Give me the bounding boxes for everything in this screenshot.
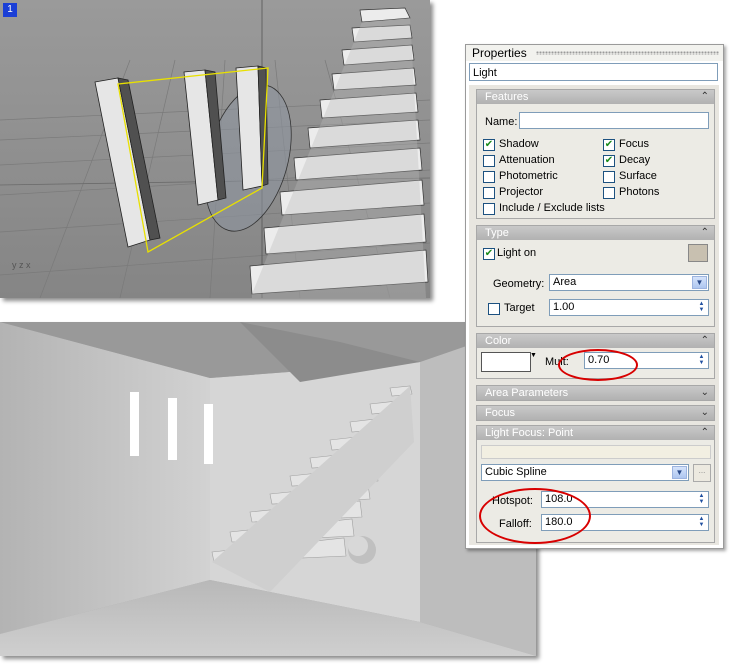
target-label: Target [504, 302, 535, 314]
curve-type-dropdown[interactable]: Cubic Spline ▼ [481, 464, 689, 481]
focus-section: Focus ⌄ [476, 405, 715, 421]
color-header[interactable]: Color ⌃ [477, 334, 714, 348]
render-scene [0, 322, 536, 656]
properties-title: Properties [466, 46, 531, 60]
curve-type-value: Cubic Spline [485, 466, 547, 478]
spinner-icon[interactable]: ▲ ▼ [697, 301, 706, 314]
properties-panel: Properties Light Features ⌃ Name: ✔ Shado… [465, 44, 724, 549]
shadow-label: Shadow [499, 138, 539, 150]
spinner-icon[interactable]: ▲ ▼ [697, 493, 706, 506]
expand-icon[interactable]: ⌄ [701, 386, 709, 400]
drag-grip[interactable] [536, 51, 719, 55]
attenuation-checkbox[interactable] [483, 155, 495, 167]
expand-icon[interactable]: ⌄ [701, 406, 709, 420]
rendered-image [0, 322, 536, 656]
chevron-down-icon[interactable]: ▼ [692, 276, 707, 289]
include-exclude-label: Include / Exclude lists [499, 202, 605, 214]
focus-header[interactable]: Focus ⌄ [477, 406, 714, 420]
surface-checkbox[interactable] [603, 171, 615, 183]
photons-checkbox[interactable] [603, 187, 615, 199]
name-input[interactable] [519, 112, 709, 129]
light-on-checkbox[interactable]: ✔ [483, 248, 495, 260]
chevron-down-icon[interactable]: ▼ [672, 466, 687, 479]
collapse-icon[interactable]: ⌃ [701, 90, 709, 104]
area-parameters-section: Area Parameters ⌄ [476, 385, 715, 401]
photometric-label: Photometric [499, 170, 558, 182]
decay-checkbox[interactable]: ✔ [603, 155, 615, 167]
light-on-label: Light on [497, 247, 537, 259]
chevron-down-icon[interactable]: ▼ [530, 352, 537, 370]
geometry-label: Geometry: [493, 278, 545, 290]
viewport-number-badge[interactable]: 1 [3, 3, 17, 17]
collapse-icon[interactable]: ⌃ [701, 334, 709, 348]
geometry-value: Area [553, 276, 577, 288]
window-slit [130, 392, 139, 456]
viewport-scene: y z x [0, 0, 430, 298]
photometric-checkbox[interactable] [483, 171, 495, 183]
projector-checkbox[interactable] [483, 187, 495, 199]
focus-label: Focus [619, 138, 649, 150]
type-header[interactable]: Type ⌃ [477, 226, 714, 240]
area-parameters-header[interactable]: Area Parameters ⌄ [477, 386, 714, 400]
features-header[interactable]: Features ⌃ [477, 90, 714, 104]
attenuation-label: Attenuation [499, 154, 555, 166]
spinner-icon[interactable]: ▲ ▼ [697, 354, 706, 367]
object-type-field[interactable]: Light [469, 63, 718, 81]
axis-indicator: y z x [12, 260, 31, 270]
light-focus-header[interactable]: Light Focus: Point ⌃ [477, 426, 714, 440]
projector-label: Projector [499, 186, 544, 198]
spinner-icon[interactable]: ▲ ▼ [697, 516, 706, 529]
shadow-checkbox[interactable]: ✔ [483, 139, 495, 151]
light-color-swatch[interactable] [688, 244, 708, 262]
3d-viewport[interactable]: y z x 1 [0, 0, 430, 298]
focus-checkbox[interactable]: ✔ [603, 139, 615, 151]
target-value: 1.00 [553, 301, 575, 313]
color-swatch-button[interactable] [481, 352, 531, 372]
photons-label: Photons [619, 186, 660, 198]
type-section: Type ⌃ ✔ Light on Geometry: Area ▼ Target … [476, 225, 715, 327]
target-checkbox[interactable] [488, 303, 500, 315]
focus-curve-preview [481, 445, 711, 459]
surface-label: Surface [619, 170, 657, 182]
collapse-icon[interactable]: ⌃ [701, 226, 709, 240]
properties-body: Features ⌃ Name: ✔ Shadow ✔ Focus Attenua… [469, 85, 719, 545]
features-section: Features ⌃ Name: ✔ Shadow ✔ Focus Attenua… [476, 89, 715, 219]
decay-label: Decay [619, 154, 651, 166]
hotspot-falloff-highlight-oval [479, 488, 591, 544]
more-options-button[interactable]: ... [693, 464, 711, 482]
name-label: Name: [485, 116, 518, 128]
include-exclude-checkbox[interactable] [483, 203, 495, 215]
mult-highlight-oval [558, 349, 638, 381]
target-input[interactable]: 1.00 ▲ ▼ [549, 299, 709, 316]
geometry-dropdown[interactable]: Area ▼ [549, 274, 709, 291]
collapse-icon[interactable]: ⌃ [701, 426, 709, 440]
properties-title-bar[interactable]: Properties [466, 45, 723, 61]
